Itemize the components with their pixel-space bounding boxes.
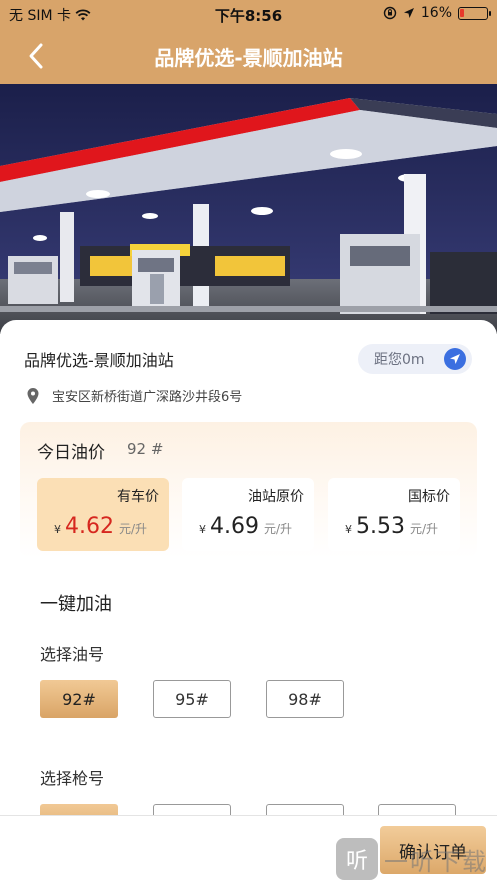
station-address: 宝安区新桥街道广深路沙井段6号 [52,390,243,405]
price-grade: 92 # [127,440,164,458]
battery-level [460,8,464,17]
location-arrow-icon [403,8,414,18]
distance-pill[interactable]: 距您0m [358,344,472,374]
fuel-option-92[interactable]: 92# [40,680,118,718]
price-value: ¥ 5.53 元/升 [345,514,438,539]
price-heading: 今日油价 [37,443,105,463]
member-price-box: 有车价 ¥ 4.62 元/升 [37,478,169,551]
fuel-type-label: 选择油号 [40,645,105,664]
orientation-lock-icon [383,6,397,20]
price-unit: 元/升 [263,522,293,536]
station-name: 品牌优选-景顺加油站 [24,351,174,370]
watermark-logo: 听 [336,838,378,880]
fuel-option-98[interactable]: 98# [266,680,344,718]
price-label: 油站原价 [248,489,304,505]
price-value: ¥ 4.69 元/升 [199,514,292,539]
station-detail-card: 品牌优选-景顺加油站 距您0m 宝安区新桥街道广深路沙井段6号 今日油价 92 … [0,320,497,842]
price-amount: 5.53 [356,514,405,539]
price-panel: 今日油价 92 # 有车价 ¥ 4.62 元/升 油站原价 ¥ 4.69 元/升… [20,422,477,558]
currency-symbol: ¥ [345,523,352,536]
gun-number-label: 选择枪号 [40,769,105,788]
price-label: 国标价 [408,489,450,505]
currency-symbol: ¥ [54,523,61,536]
currency-symbol: ¥ [199,523,206,536]
page-title: 品牌优选-景顺加油站 [154,46,343,70]
watermark: 听 一听下载 [336,838,488,880]
navigation-arrow-icon [444,348,466,370]
price-amount: 4.69 [210,514,259,539]
address-row: 宝安区新桥街道广深路沙井段6号 [26,386,242,405]
price-unit: 元/升 [118,522,148,536]
fuel-option-95[interactable]: 95# [153,680,231,718]
refuel-section-title: 一键加油 [40,594,112,615]
status-right: 16% [383,5,491,21]
station-price-box: 油站原价 ¥ 4.69 元/升 [182,478,314,551]
location-pin-icon [27,387,39,404]
status-bar: 无 SIM 卡 下午8:56 16% [0,0,497,28]
station-photo [0,84,497,334]
national-price-box: 国标价 ¥ 5.53 元/升 [328,478,460,551]
price-amount: 4.62 [65,514,114,539]
price-value: ¥ 4.62 元/升 [54,514,147,539]
price-label: 有车价 [117,489,159,505]
distance-label: 距您0m [374,352,425,368]
battery-icon [458,6,491,20]
watermark-text: 一听下载 [384,847,488,876]
price-unit: 元/升 [409,522,439,536]
nav-bar: 品牌优选-景顺加油站 [0,28,497,84]
battery-percent: 16% [420,5,452,21]
